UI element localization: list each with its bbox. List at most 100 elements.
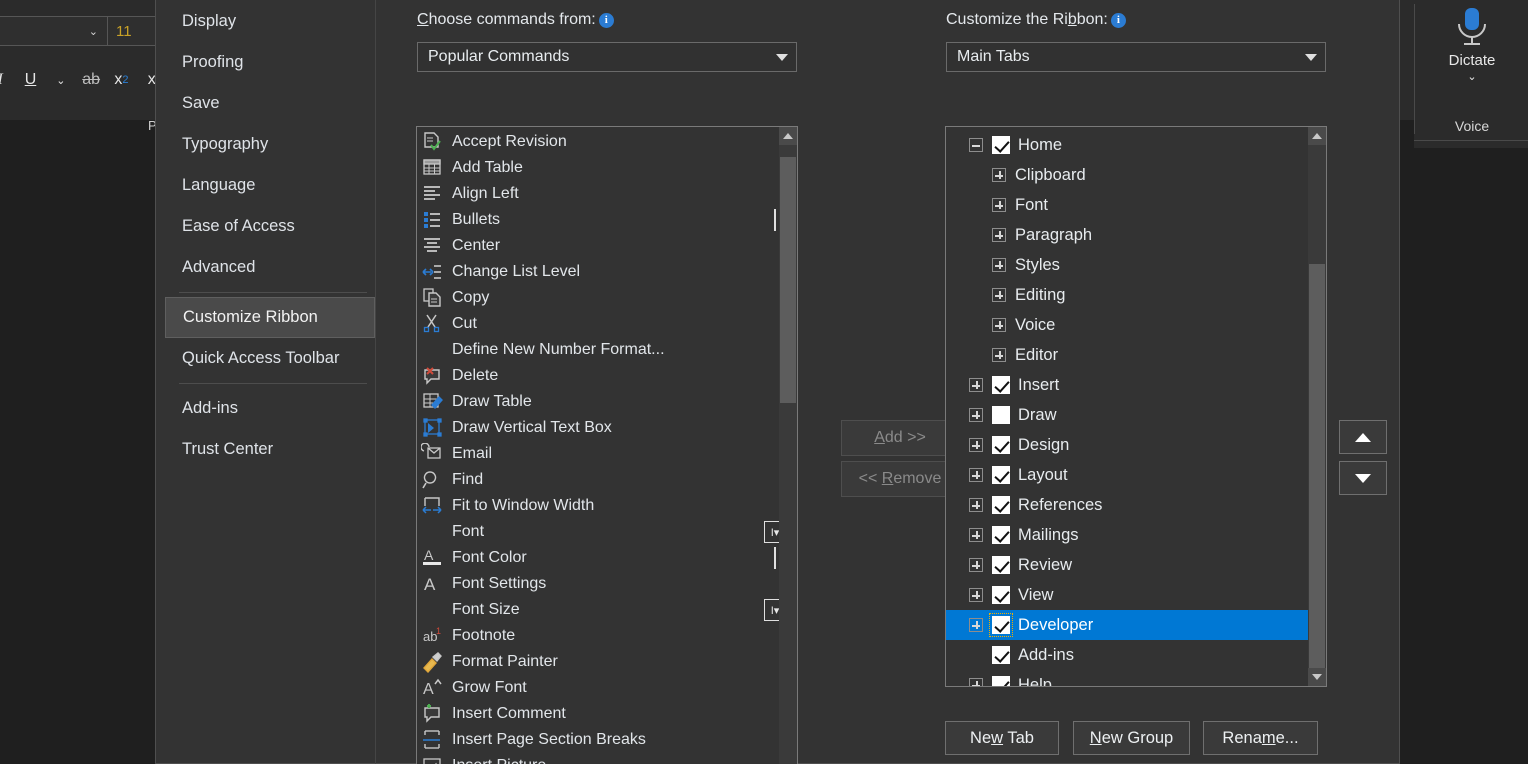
expand-icon[interactable]: [969, 558, 983, 572]
commands-listbox[interactable]: Accept Revision Add Table Align Left Bullet…: [416, 126, 798, 764]
sidebar-item-trust-center[interactable]: Trust Center: [165, 429, 375, 470]
command-list-item[interactable]: Delete: [417, 363, 797, 389]
ribbon-tab-checkbox[interactable]: [992, 466, 1010, 484]
ribbon-tree-item-add-ins[interactable]: Add-ins: [946, 640, 1326, 670]
ribbon-tab-checkbox[interactable]: [992, 136, 1010, 154]
remove-button[interactable]: << Remove: [841, 461, 959, 497]
command-list-item[interactable]: Bullets: [417, 207, 797, 233]
sidebar-item-language[interactable]: Language: [165, 165, 375, 206]
rename-button[interactable]: Rename...: [1203, 721, 1318, 755]
scroll-up-button[interactable]: [779, 127, 797, 145]
command-list-item[interactable]: A Font Color: [417, 545, 797, 571]
info-icon[interactable]: i: [598, 12, 614, 28]
command-list-item[interactable]: Email: [417, 441, 797, 467]
ribbon-tree-item-editing[interactable]: Editing: [946, 280, 1326, 310]
scrollbar-thumb[interactable]: [780, 157, 796, 403]
command-list-item[interactable]: Add Table: [417, 155, 797, 181]
ribbon-tab-checkbox[interactable]: [992, 406, 1010, 424]
move-up-button[interactable]: [1339, 420, 1387, 454]
strikethrough-icon[interactable]: ab: [77, 65, 105, 95]
underline-icon[interactable]: U: [16, 65, 44, 95]
commands-scrollbar[interactable]: [779, 127, 797, 764]
move-down-button[interactable]: [1339, 461, 1387, 495]
info-icon[interactable]: i: [1110, 12, 1126, 28]
expand-icon[interactable]: [969, 438, 983, 452]
command-list-item[interactable]: Center: [417, 233, 797, 259]
command-list-item[interactable]: Font I▾: [417, 519, 797, 545]
expand-icon[interactable]: [992, 228, 1006, 242]
command-list-item[interactable]: Find: [417, 467, 797, 493]
italic-icon[interactable]: I: [0, 65, 14, 95]
expand-icon[interactable]: [969, 618, 983, 632]
sidebar-item-typography[interactable]: Typography: [165, 124, 375, 165]
command-list-item[interactable]: Copy: [417, 285, 797, 311]
command-list-item[interactable]: Insert Comment: [417, 701, 797, 727]
expand-icon[interactable]: [969, 678, 983, 686]
expand-icon[interactable]: [992, 288, 1006, 302]
expand-icon[interactable]: [969, 528, 983, 542]
ribbon-tab-checkbox[interactable]: [992, 436, 1010, 454]
command-list-item[interactable]: Insert Picture: [417, 753, 797, 764]
scroll-down-button[interactable]: [1308, 668, 1326, 686]
command-list-item[interactable]: A Font Settings: [417, 571, 797, 597]
command-list-item[interactable]: Insert Page Section Breaks: [417, 727, 797, 753]
ribbon-tree-item-mailings[interactable]: Mailings: [946, 520, 1326, 550]
ribbon-tree-scrollbar[interactable]: [1308, 127, 1326, 686]
ribbon-tree-item-help[interactable]: Help: [946, 670, 1326, 686]
command-list-item[interactable]: ab 1 Footnote: [417, 623, 797, 649]
command-list-item[interactable]: Define New Number Format...: [417, 337, 797, 363]
command-list-item[interactable]: Change List Level: [417, 259, 797, 285]
command-list-item[interactable]: Draw Table: [417, 389, 797, 415]
sidebar-item-display[interactable]: Display: [165, 1, 375, 42]
command-list-item[interactable]: Font Size I▾: [417, 597, 797, 623]
command-list-item[interactable]: Format Painter: [417, 649, 797, 675]
expand-icon[interactable]: [992, 318, 1006, 332]
ribbon-tree-item-home[interactable]: Home: [946, 130, 1326, 160]
sidebar-item-save[interactable]: Save: [165, 83, 375, 124]
ribbon-tab-checkbox[interactable]: [992, 526, 1010, 544]
command-list-item[interactable]: Draw Vertical Text Box: [417, 415, 797, 441]
new-tab-button[interactable]: New Tab: [945, 721, 1059, 755]
customize-ribbon-dropdown[interactable]: Main Tabs: [946, 42, 1326, 72]
ribbon-tab-checkbox[interactable]: [992, 376, 1010, 394]
sidebar-item-ease-of-access[interactable]: Ease of Access: [165, 206, 375, 247]
ribbon-tree-item-paragraph[interactable]: Paragraph: [946, 220, 1326, 250]
expand-icon[interactable]: [992, 198, 1006, 212]
ribbon-tab-checkbox[interactable]: [992, 556, 1010, 574]
command-list-item[interactable]: Fit to Window Width: [417, 493, 797, 519]
ribbon-tree-item-references[interactable]: References: [946, 490, 1326, 520]
ribbon-tree-item-insert[interactable]: Insert: [946, 370, 1326, 400]
expand-icon[interactable]: [969, 408, 983, 422]
expand-icon[interactable]: [992, 168, 1006, 182]
new-group-button[interactable]: New Group: [1073, 721, 1190, 755]
sidebar-item-add-ins[interactable]: Add-ins: [165, 388, 375, 429]
ribbon-tab-checkbox[interactable]: [992, 586, 1010, 604]
ribbon-tree-item-view[interactable]: View: [946, 580, 1326, 610]
scroll-up-button[interactable]: [1308, 127, 1326, 145]
sidebar-item-proofing[interactable]: Proofing: [165, 42, 375, 83]
ribbon-tree-listbox[interactable]: Home Clipboard Font Paragraph Styles Editing V…: [945, 126, 1327, 687]
ribbon-tab-checkbox[interactable]: [992, 646, 1010, 664]
expand-icon[interactable]: [969, 498, 983, 512]
add-button[interactable]: Add >>: [841, 420, 959, 456]
ribbon-tree-item-draw[interactable]: Draw: [946, 400, 1326, 430]
scrollbar-thumb[interactable]: [1309, 264, 1325, 686]
ribbon-tree-item-font[interactable]: Font: [946, 190, 1326, 220]
ribbon-tab-checkbox[interactable]: [989, 613, 1013, 637]
subscript-icon[interactable]: x2: [107, 65, 135, 95]
command-list-item[interactable]: Accept Revision: [417, 129, 797, 155]
expand-icon[interactable]: [969, 468, 983, 482]
ribbon-tree-item-clipboard[interactable]: Clipboard: [946, 160, 1326, 190]
expand-icon[interactable]: [992, 258, 1006, 272]
command-list-item[interactable]: A Grow Font: [417, 675, 797, 701]
ribbon-tree-item-design[interactable]: Design: [946, 430, 1326, 460]
ribbon-tree-item-review[interactable]: Review: [946, 550, 1326, 580]
chevron-down-icon[interactable]: ⌄: [1467, 72, 1476, 83]
ribbon-tree-item-developer[interactable]: Developer: [946, 610, 1326, 640]
dictate-button[interactable]: Dictate ⌄: [1424, 4, 1520, 104]
expand-icon[interactable]: [969, 378, 983, 392]
ribbon-tree-item-styles[interactable]: Styles: [946, 250, 1326, 280]
sidebar-item-quick-access-toolbar[interactable]: Quick Access Toolbar: [165, 338, 375, 379]
ribbon-tab-checkbox[interactable]: [992, 676, 1010, 686]
command-list-item[interactable]: Cut: [417, 311, 797, 337]
